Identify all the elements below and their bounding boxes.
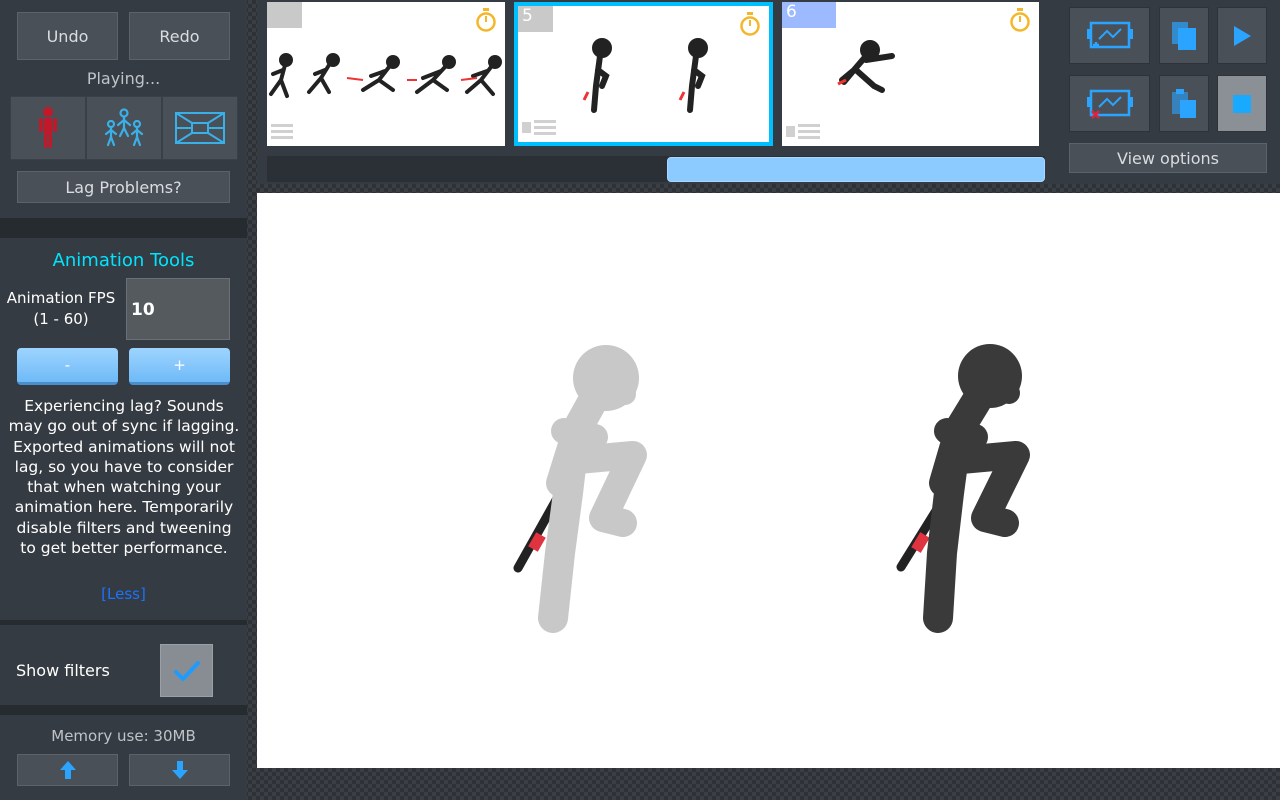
play-icon	[1234, 25, 1251, 46]
canvas-stage	[513, 344, 1030, 633]
section-divider	[0, 705, 247, 715]
stick-figure[interactable]	[896, 344, 1030, 633]
frame-number: 6	[782, 2, 836, 28]
frame-menu-icon[interactable]	[271, 124, 293, 140]
copy-icon	[1172, 21, 1196, 50]
section-divider	[0, 620, 247, 625]
frame-timeline: 5 6	[257, 0, 1056, 184]
frame-number	[267, 2, 302, 28]
paste-frame-button[interactable]	[1159, 75, 1209, 132]
fps-range-label: (1 - 60)	[33, 310, 89, 328]
frame-menu-icon[interactable]	[522, 120, 556, 136]
section-divider	[0, 218, 247, 238]
show-filters-label: Show filters	[16, 661, 110, 680]
group-mode-button[interactable]	[86, 96, 162, 160]
arrow-down-icon	[171, 761, 188, 779]
fps-decrease-button[interactable]: -	[17, 348, 118, 385]
frame-tools-panel: View options	[1056, 0, 1280, 184]
show-filters-checkbox[interactable]	[160, 644, 213, 697]
animation-canvas[interactable]	[257, 193, 1280, 768]
fps-increase-button[interactable]: +	[129, 348, 230, 385]
timeline-scrollbar-thumb[interactable]	[667, 157, 1045, 182]
move-up-button[interactable]	[17, 754, 118, 786]
animation-tools-heading: Animation Tools	[52, 250, 195, 271]
stopwatch-icon[interactable]	[475, 8, 497, 32]
figure-mode-button[interactable]	[10, 96, 86, 160]
frame-number: 5	[518, 6, 553, 32]
fps-label: Animation FPS	[6, 289, 116, 307]
frame-preview	[837, 40, 895, 93]
undo-button[interactable]: Undo	[17, 12, 118, 60]
lag-problems-button[interactable]: Lag Problems?	[17, 171, 230, 203]
delete-frame-icon	[1086, 89, 1133, 119]
move-down-button[interactable]	[129, 754, 230, 786]
copy-frame-button[interactable]	[1159, 7, 1209, 64]
stop-button[interactable]	[1217, 75, 1267, 132]
checkmark-icon	[173, 660, 200, 681]
redo-button[interactable]: Redo	[129, 12, 230, 60]
frame-menu-icon[interactable]	[786, 124, 820, 140]
scene-background-icon	[175, 112, 225, 144]
background-mode-button[interactable]	[162, 96, 238, 160]
stopwatch-icon[interactable]	[739, 12, 761, 36]
frame-thumbnail-selected[interactable]: 5	[514, 2, 773, 146]
fps-input[interactable]: 10	[126, 278, 230, 340]
group-figures-icon	[104, 108, 144, 147]
frame-thumbnail[interactable]	[267, 2, 505, 146]
view-options-button[interactable]: View options	[1069, 143, 1267, 173]
less-link[interactable]: [Less]	[0, 585, 247, 603]
stopwatch-icon[interactable]	[1009, 8, 1031, 32]
onion-skin-figure	[513, 345, 647, 633]
delete-frame-button[interactable]	[1069, 75, 1150, 132]
memory-use-label: Memory use: 30MB	[51, 727, 196, 745]
arrow-up-icon	[59, 761, 76, 779]
lag-info-text: Experiencing lag? Sounds may go out of s…	[8, 397, 240, 558]
stickfigure-icon	[39, 107, 57, 148]
stop-icon	[1233, 94, 1251, 113]
frame-thumbnail[interactable]: 6	[782, 2, 1039, 146]
add-frame-button[interactable]	[1069, 7, 1150, 64]
play-button[interactable]	[1217, 7, 1267, 64]
frame-preview	[582, 38, 708, 113]
paste-icon	[1172, 88, 1196, 118]
frame-preview	[269, 53, 502, 98]
left-sidebar: Undo Redo Playing... Lag Problems? Anima…	[0, 0, 247, 800]
add-frame-icon	[1086, 21, 1133, 48]
playback-status: Playing...	[86, 69, 161, 88]
